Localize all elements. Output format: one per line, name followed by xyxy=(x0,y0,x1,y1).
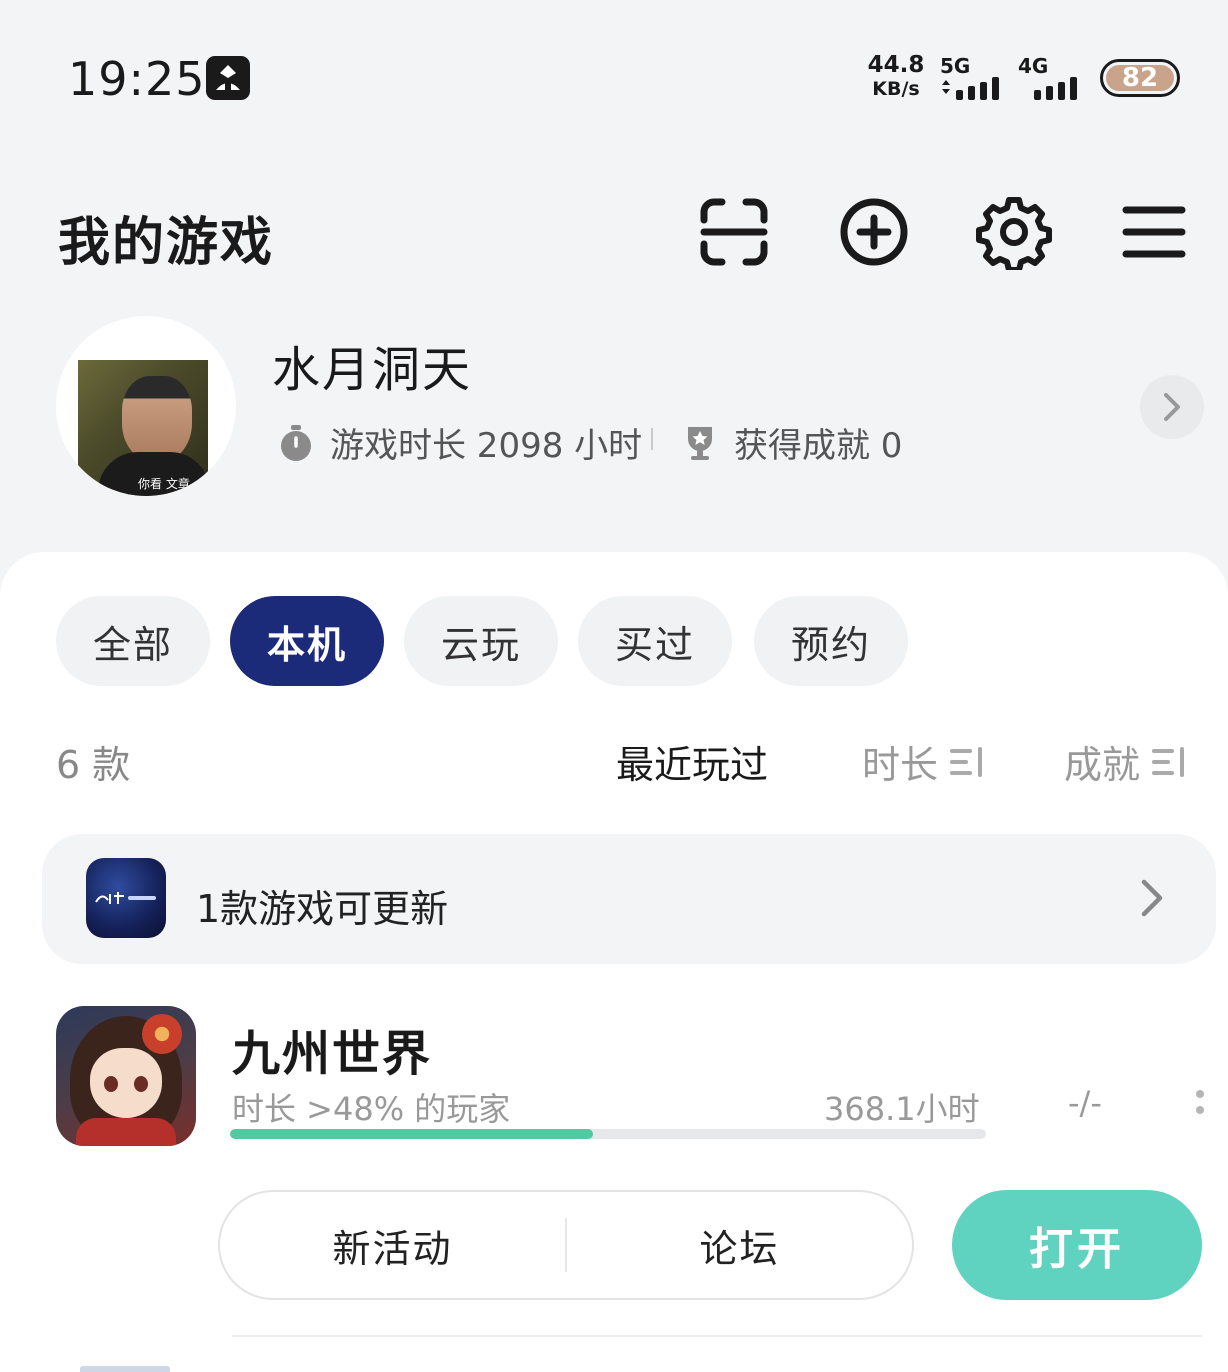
playtime-label: 游戏时长 2098 小时 xyxy=(330,426,643,466)
network-speed-value: 44.8 xyxy=(867,52,925,78)
game-playtime-rank: 时长 >48% 的玩家 xyxy=(232,1090,511,1128)
menu-icon xyxy=(1122,206,1186,258)
sort-playtime-label: 时长 xyxy=(862,743,939,787)
scan-button[interactable] xyxy=(696,194,772,270)
sort-recent[interactable]: 最近玩过 xyxy=(616,734,768,789)
more-options-button[interactable] xyxy=(1190,1086,1210,1122)
page-title: 我的游戏 xyxy=(58,213,275,273)
game-achievements: -/- xyxy=(1068,1084,1102,1122)
chevron-right-icon xyxy=(1164,393,1180,421)
signal-bars-icon xyxy=(1034,77,1077,100)
new-activity-button[interactable]: 新活动 xyxy=(220,1192,565,1298)
stopwatch-icon xyxy=(281,424,311,461)
sort-achievement-label: 成就 xyxy=(1064,743,1141,787)
playtime-progress-fill xyxy=(230,1129,593,1139)
menu-button[interactable] xyxy=(1116,194,1192,270)
tab-all[interactable]: 全部 xyxy=(56,596,210,686)
status-time: 19:25 xyxy=(68,52,206,106)
update-banner-text: 1款游戏可更新 xyxy=(196,887,449,931)
achievement-stat: 获得成就 0 xyxy=(680,418,902,467)
playtime-stat: 游戏时长 2098 小时 xyxy=(276,418,642,467)
signal-5g: 5G xyxy=(940,54,1010,102)
sort-achievement[interactable]: 成就 xyxy=(1064,734,1188,789)
avatar-caption: 你看 文章 xyxy=(138,477,190,491)
update-banner[interactable]: 1款游戏可更新 xyxy=(42,834,1216,964)
notification-app-icon xyxy=(206,56,250,100)
game-icon[interactable] xyxy=(56,1006,196,1146)
tab-local[interactable]: 本机 xyxy=(230,596,384,686)
forum-button[interactable]: 论坛 xyxy=(567,1192,912,1298)
game-title: 九州世界 xyxy=(232,1026,433,1082)
battery-level: 82 xyxy=(1106,63,1174,93)
sort-icon xyxy=(950,746,983,777)
settings-button[interactable] xyxy=(976,194,1052,270)
scan-icon xyxy=(700,198,768,266)
sort-playtime[interactable]: 时长 xyxy=(862,734,986,789)
gear-icon xyxy=(976,197,1052,270)
row-divider xyxy=(232,1335,1202,1337)
tab-reserved[interactable]: 预约 xyxy=(754,596,908,686)
signal-4g: 4G xyxy=(1018,54,1086,102)
open-game-button[interactable]: 打开 xyxy=(952,1190,1202,1300)
update-game-icon xyxy=(86,858,166,938)
username: 水月洞天 xyxy=(272,342,473,398)
game-count: 6 款 xyxy=(56,743,131,787)
network-speed-unit: KB/s xyxy=(872,78,920,100)
game-hours: 368.1小时 xyxy=(824,1090,980,1128)
avatar[interactable]: 你看 文章 xyxy=(56,316,236,496)
tab-purchased[interactable]: 买过 xyxy=(578,596,732,686)
tab-cloud[interactable]: 云玩 xyxy=(404,596,558,686)
chevron-right-icon xyxy=(1141,879,1163,917)
signal-5g-label: 5G xyxy=(940,54,971,78)
signal-bars-icon xyxy=(942,77,999,100)
sort-icon xyxy=(1152,746,1185,777)
next-game-icon xyxy=(80,1366,170,1372)
game-actions: 新活动 论坛 xyxy=(218,1190,914,1300)
trophy-icon xyxy=(688,426,712,460)
signal-4g-label: 4G xyxy=(1018,54,1049,78)
add-game-button[interactable] xyxy=(836,194,912,270)
game-logo-icon xyxy=(95,892,156,904)
network-speed: 44.8 KB/s xyxy=(866,54,926,99)
stat-divider xyxy=(651,428,653,450)
sort-recent-label: 最近玩过 xyxy=(616,743,769,787)
battery-indicator: 82 xyxy=(1100,59,1180,97)
playtime-progress-bar xyxy=(230,1129,986,1139)
avatar-photo: 你看 文章 xyxy=(78,360,210,496)
achievement-label: 获得成就 0 xyxy=(734,426,903,466)
add-circle-icon xyxy=(840,198,908,266)
profile-detail-button[interactable] xyxy=(1140,375,1204,439)
